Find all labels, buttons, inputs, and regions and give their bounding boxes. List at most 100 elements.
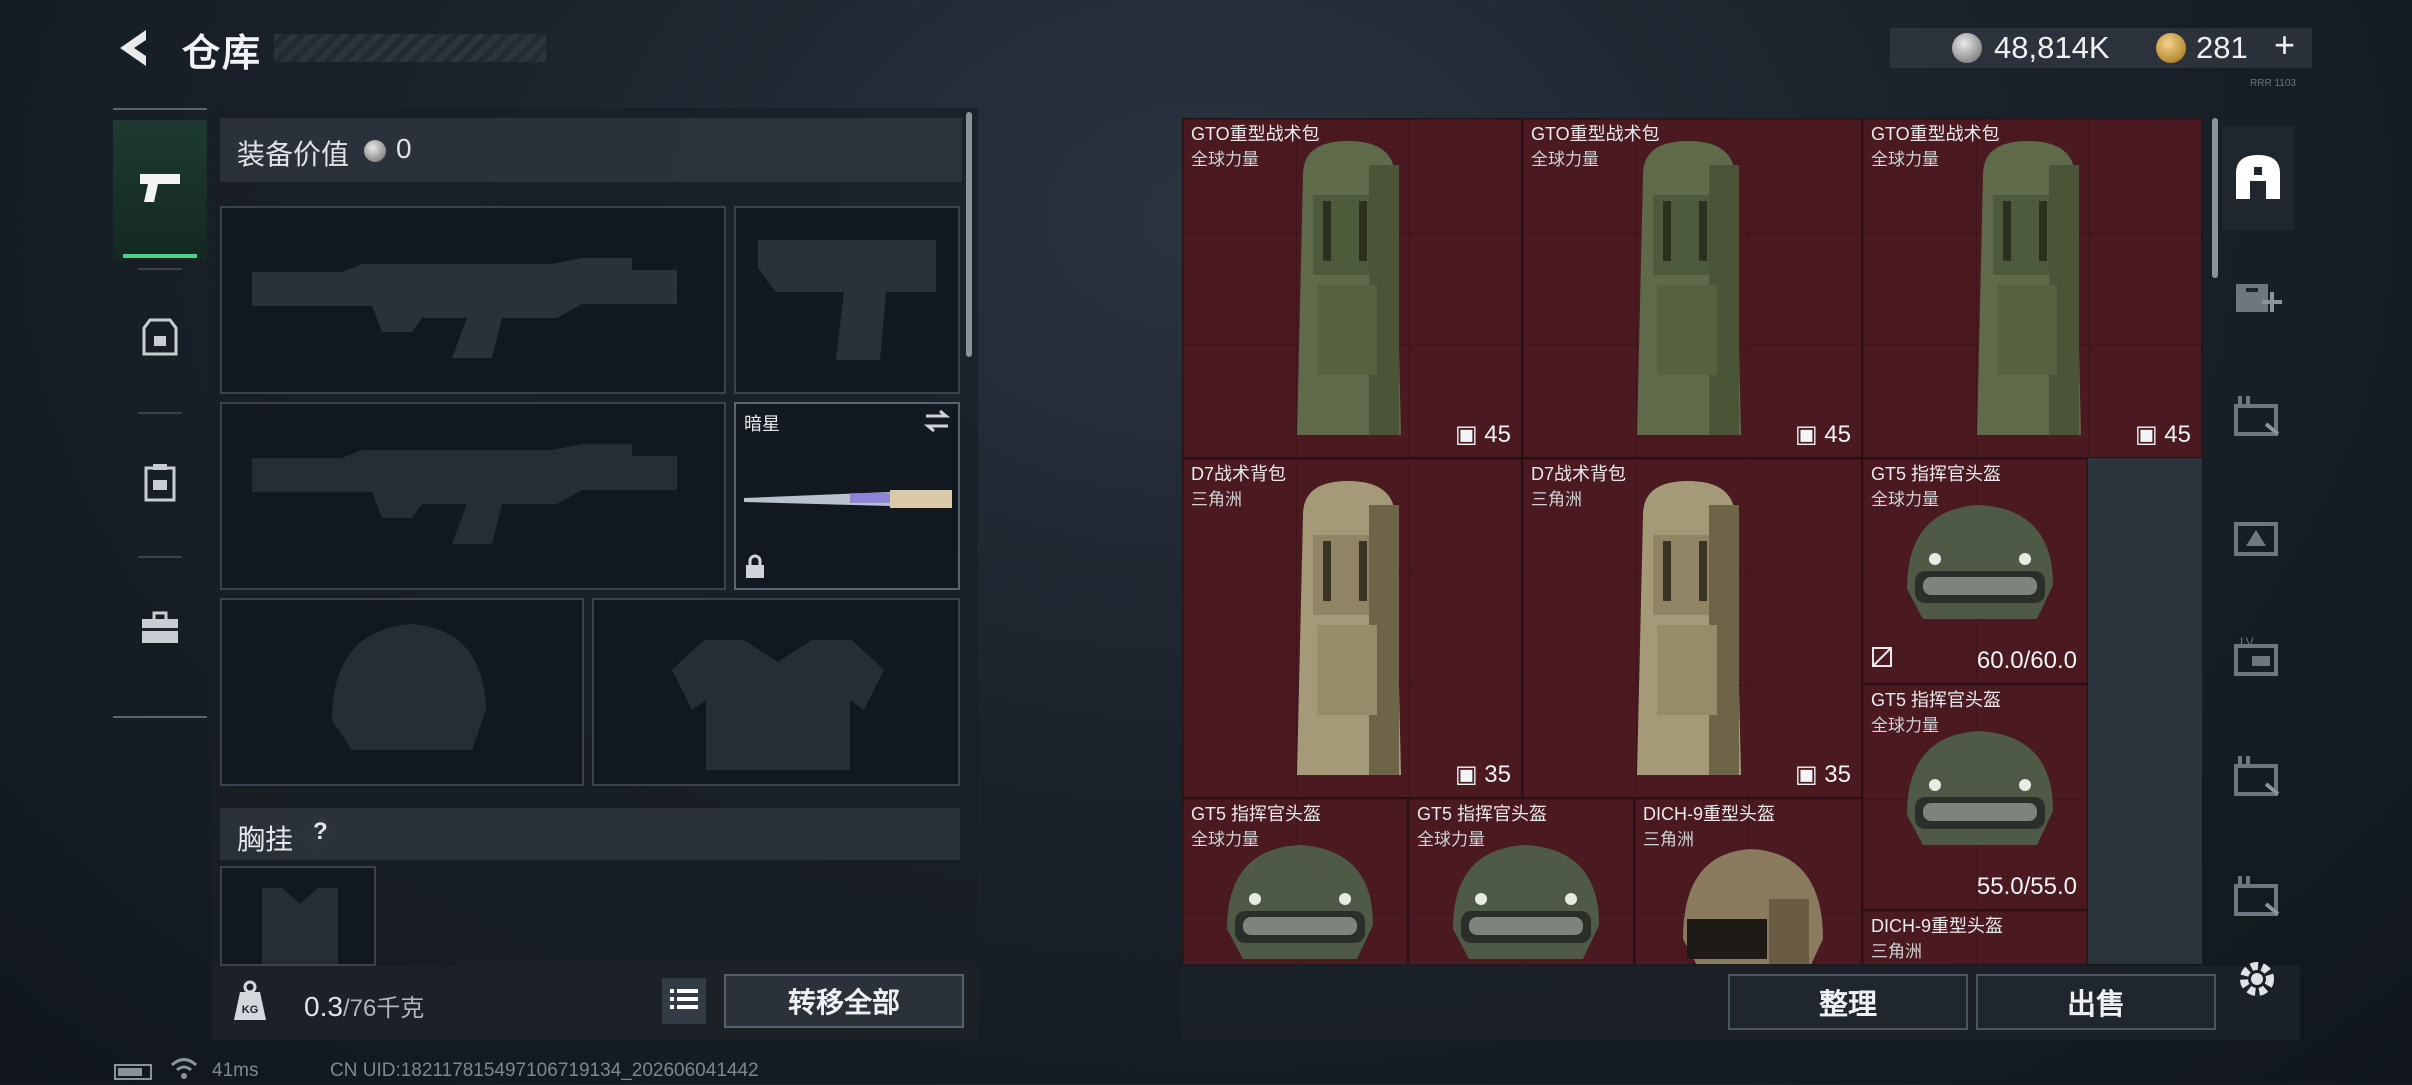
tab-storage-5[interactable] <box>2222 726 2294 830</box>
silver-balance: 48,814K <box>1994 30 2110 65</box>
tab-add-storage[interactable] <box>2222 246 2294 350</box>
item-name: DICH-9重型头盔 <box>1643 804 1776 824</box>
empty-slot <box>2088 684 2202 910</box>
help-mark: ? <box>313 818 328 845</box>
backpack-icon <box>1297 141 1401 435</box>
storage-box-icon <box>2232 394 2284 443</box>
melee-slot[interactable]: 暗星 <box>734 402 960 590</box>
storage-item-backpack[interactable]: D7战术背包 三角洲 ▣ 35 <box>1522 458 1862 798</box>
helmet-icon <box>1683 849 1823 964</box>
tab-storage-2[interactable] <box>2222 366 2294 470</box>
storage-item-backpack[interactable]: GTO重型战术包 全球力量 ▣ 45 <box>1862 118 2202 458</box>
backpack-icon <box>1637 141 1741 435</box>
capacity-icon: ▣ <box>1454 761 1478 788</box>
nav-weapons[interactable] <box>113 120 207 260</box>
storage-item-backpack[interactable]: GTO重型战术包 全球力量 ▣ 45 <box>1182 118 1522 458</box>
storage-item-helmet[interactable]: DICH-9重型头盔 三角洲 <box>1634 798 1862 964</box>
storage-box-icon: LV <box>2232 634 2284 683</box>
rifle-silhouette-icon <box>252 258 677 358</box>
equipment-value: 0 <box>396 133 412 164</box>
carry-weight: 0.3/76千克 <box>304 991 425 1022</box>
rifle-silhouette-icon <box>252 444 677 544</box>
silver-coin-icon <box>1952 33 1982 63</box>
gold-balance: 281 <box>2196 30 2248 65</box>
warehouse-icon <box>2232 151 2284 206</box>
gear-icon[interactable] <box>2234 956 2280 1002</box>
tab-storage-main[interactable] <box>2222 126 2294 230</box>
empty-slot <box>2088 910 2202 964</box>
pistol-silhouette-icon <box>758 240 936 360</box>
storage-grid: GTO重型战术包 全球力量 ▣ 45 GTO重型战术包 全球力量 ▣ 45 GT… <box>1182 118 2202 964</box>
wifi-icon <box>170 1056 198 1080</box>
secondary-weapon-slot[interactable] <box>220 402 726 590</box>
capacity-count: ▣ 35 <box>1454 761 1511 788</box>
durability-value: 60.0/60.0 <box>1976 647 2077 674</box>
storage-item-helmet[interactable]: GT5 指挥官头盔 全球力量 <box>1182 798 1408 964</box>
item-name: GT5 指挥官头盔 <box>1871 464 2002 484</box>
item-brand: 全球力量 <box>1871 150 1939 169</box>
primary-weapon-slot[interactable] <box>220 206 726 394</box>
armor-vest-icon <box>142 318 178 363</box>
weight-icon: KG <box>232 980 268 1022</box>
helmet-icon <box>1907 731 2053 845</box>
armor-silhouette-icon <box>672 640 884 770</box>
add-box-icon <box>2232 274 2284 323</box>
add-currency-button[interactable]: + <box>2274 24 2295 66</box>
body-armor-slot[interactable] <box>592 598 960 786</box>
battery-level <box>118 1068 142 1076</box>
sort-button[interactable]: 整理 <box>1728 974 1968 1030</box>
storage-item-backpack[interactable]: D7战术背包 三角洲 ▣ 35 <box>1182 458 1522 798</box>
storage-item-helmet[interactable]: DICH-9重型头盔 三角洲 <box>1862 910 2088 964</box>
item-name: GT5 指挥官头盔 <box>1417 804 1548 824</box>
list-icon <box>670 988 698 1015</box>
sell-button[interactable]: 出售 <box>1976 974 2216 1030</box>
capacity-icon: ▣ <box>1794 761 1818 788</box>
item-brand: 全球力量 <box>1191 150 1259 169</box>
equipment-scrollbar[interactable] <box>966 112 972 357</box>
chest-rig-label: 胸挂 <box>237 824 294 855</box>
capacity-icon: ▣ <box>2134 421 2158 448</box>
storage-item-backpack[interactable]: GTO重型战术包 全球力量 ▣ 45 <box>1522 118 1862 458</box>
tab-storage-4[interactable]: LV <box>2222 606 2294 710</box>
carry-weight-max: /76千克 <box>342 995 425 1022</box>
capacity-count: ▣ 45 <box>1454 421 1511 448</box>
chest-rig-silhouette-icon <box>262 888 338 964</box>
storage-box-icon <box>2232 874 2284 923</box>
svg-text:KG: KG <box>242 1004 259 1016</box>
tab-storage-3[interactable] <box>2222 486 2294 590</box>
toolbox-icon <box>140 611 180 650</box>
backpack-icon <box>143 462 177 507</box>
user-id: CN UID:182117815497106719134_20260604144… <box>330 1060 759 1081</box>
sidearm-slot[interactable] <box>734 206 960 394</box>
list-view-button[interactable] <box>662 978 706 1024</box>
transfer-all-button[interactable]: 转移全部 <box>724 974 964 1028</box>
nav-toolbox[interactable] <box>113 560 207 700</box>
nav-backpack[interactable] <box>113 414 207 554</box>
swap-icon[interactable] <box>922 408 952 439</box>
svg-text:LV: LV <box>2240 635 2254 649</box>
storage-item-helmet[interactable]: GT5 指挥官头盔 全球力量 55.0/55.0 <box>1862 684 2088 910</box>
nav-armor[interactable] <box>113 270 207 410</box>
chest-rig-slot[interactable] <box>220 866 376 966</box>
item-name: GT5 指挥官头盔 <box>1871 690 2002 710</box>
capacity-icon: ▣ <box>1454 421 1478 448</box>
capacity-count: ▣ 35 <box>1794 761 1851 788</box>
item-brand: 三角洲 <box>1531 490 1582 509</box>
tab-storage-6[interactable] <box>2222 846 2294 950</box>
item-name: D7战术背包 <box>1191 464 1287 484</box>
gold-coin-icon <box>2156 33 2186 63</box>
storage-item-helmet[interactable]: GT5 指挥官头盔 全球力量 60.0/60.0 <box>1862 458 2088 684</box>
durability-value: 55.0/55.0 <box>1976 873 2077 900</box>
title-decoration <box>274 34 546 62</box>
helmet-icon <box>1907 505 2053 619</box>
lock-icon <box>744 554 766 585</box>
helmet-icon <box>1227 845 1373 959</box>
capacity-icon: ▣ <box>1794 421 1818 448</box>
helmet-slot[interactable] <box>220 598 584 786</box>
item-name: GT5 指挥官头盔 <box>1191 804 1322 824</box>
back-arrow-icon[interactable] <box>112 24 160 72</box>
equipment-value-label: 装备价值 <box>237 139 350 170</box>
storage-scrollbar[interactable] <box>2212 118 2218 278</box>
pistol-icon <box>138 170 182 211</box>
storage-item-helmet[interactable]: GT5 指挥官头盔 全球力量 <box>1408 798 1634 964</box>
